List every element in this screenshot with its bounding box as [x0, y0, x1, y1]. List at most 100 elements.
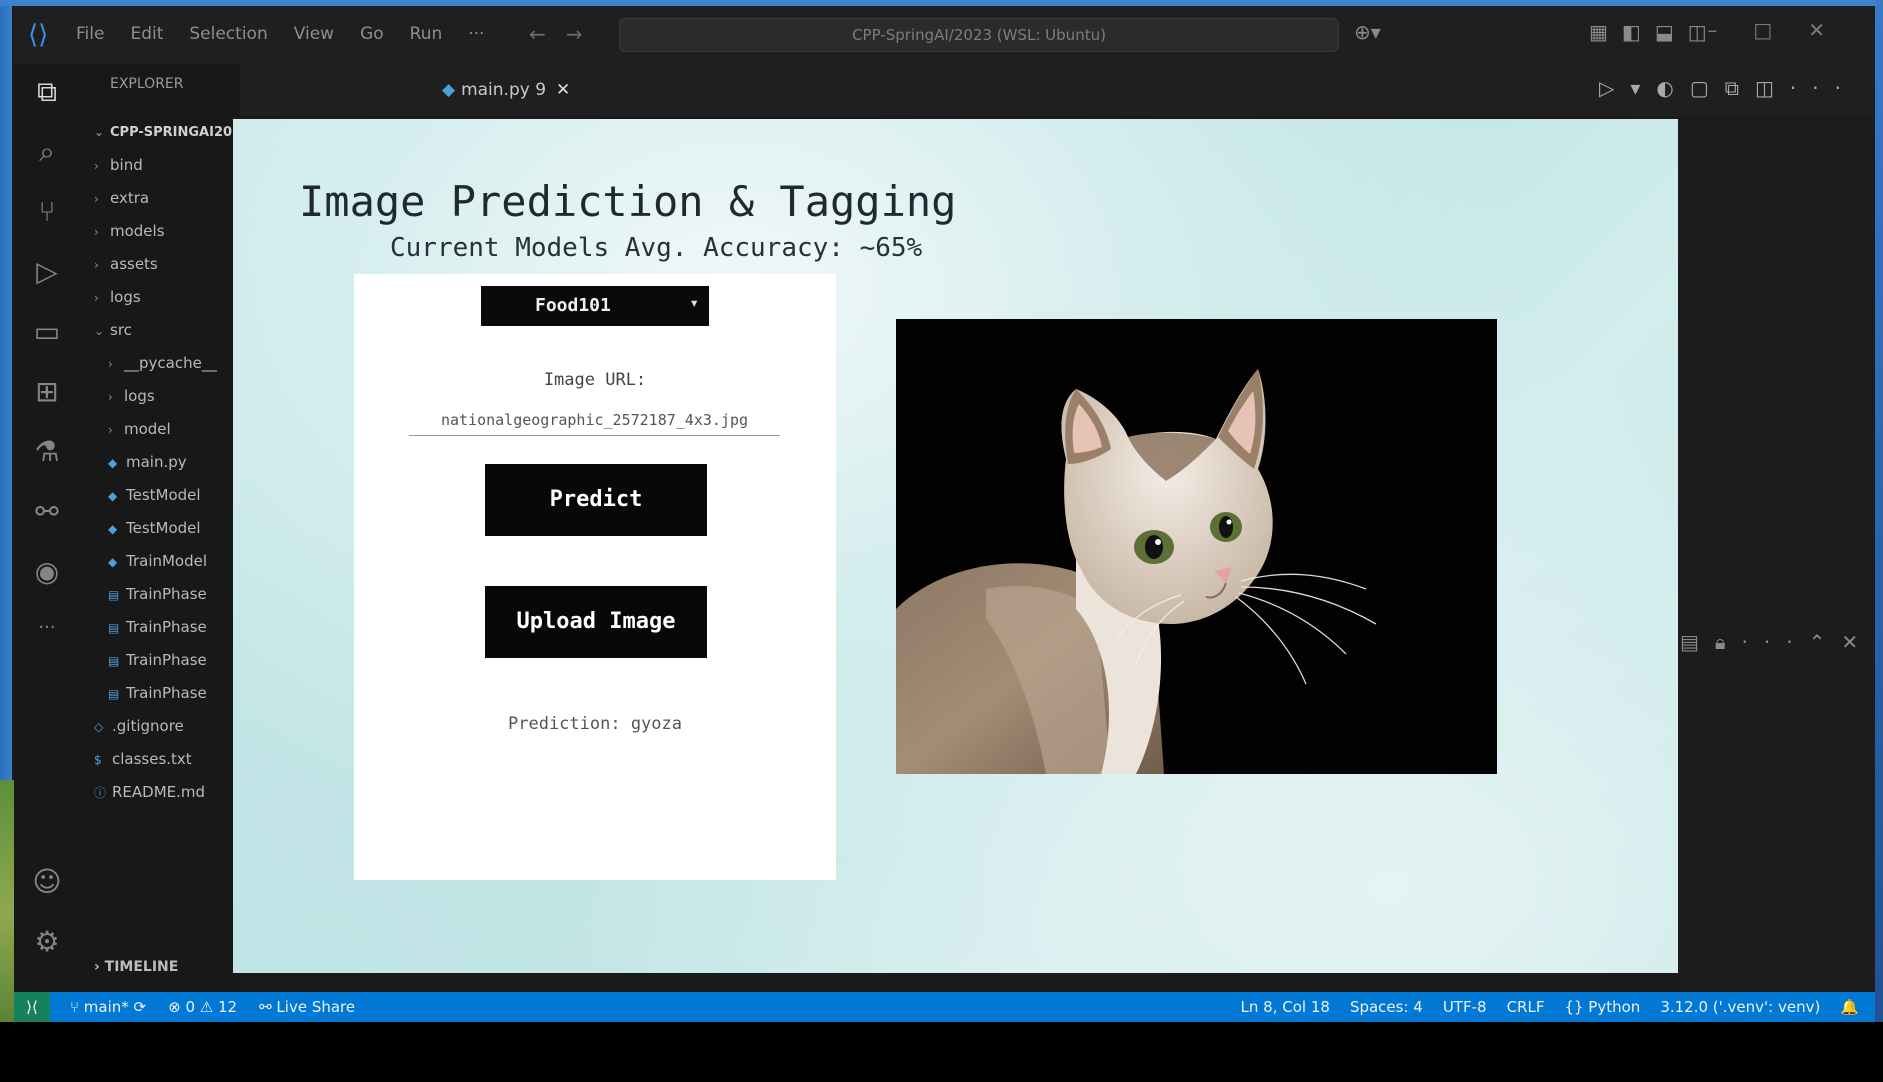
- tree-item[interactable]: ⌄ src: [94, 314, 240, 347]
- menu-go[interactable]: Go: [360, 24, 384, 44]
- maximize-icon[interactable]: □: [1753, 18, 1808, 42]
- branch-indicator[interactable]: ⑂ main* ⟳: [70, 992, 146, 1022]
- layout-controls: ▦◧⬓◫: [1589, 20, 1721, 44]
- upload-image-button[interactable]: Upload Image: [485, 586, 707, 658]
- split-editor-icon[interactable]: ◫: [1755, 76, 1790, 100]
- more-views-icon[interactable]: ···: [29, 610, 65, 646]
- predict-button[interactable]: Predict: [485, 464, 707, 536]
- timeline-section[interactable]: › TIMELINE: [94, 959, 178, 975]
- encoding[interactable]: UTF-8: [1443, 992, 1487, 1022]
- menu-run[interactable]: Run: [410, 24, 443, 44]
- remote-indicator-icon[interactable]: ⟩⟨: [14, 992, 50, 1022]
- tree-item[interactable]: ▤ TrainPhase: [94, 677, 240, 710]
- status-bar: ⟩⟨ ⑂ main* ⟳ ⊗ 0 ⚠ 12 ⚯ Live Share Ln 8,…: [14, 992, 1875, 1022]
- tree-item[interactable]: › models: [94, 215, 240, 248]
- file-icon: ◇: [94, 720, 104, 734]
- extensions-icon[interactable]: ⊞: [29, 374, 65, 410]
- model-dropdown[interactable]: Food101 ▾: [481, 286, 709, 326]
- layout-customize-icon[interactable]: ▦: [1589, 20, 1622, 44]
- tab-close-icon[interactable]: ✕: [556, 80, 570, 100]
- live-share-status[interactable]: ⚯ Live Share: [259, 992, 355, 1022]
- tree-item[interactable]: ▤ TrainPhase: [94, 611, 240, 644]
- tree-item[interactable]: › model: [94, 413, 240, 446]
- indentation[interactable]: Spaces: 4: [1350, 992, 1423, 1022]
- search-icon[interactable]: ⌕: [29, 134, 65, 170]
- compare-icon[interactable]: ⧉: [1725, 76, 1755, 100]
- tree-item[interactable]: ◇ .gitignore: [94, 710, 240, 743]
- tree-item[interactable]: › bind: [94, 149, 240, 182]
- file-icon: ◆: [108, 489, 118, 503]
- toggle-sidebar-icon[interactable]: ◧: [1622, 20, 1655, 44]
- accounts-icon[interactable]: ☺: [29, 864, 65, 900]
- file-icon: ▤: [108, 687, 120, 701]
- settings-gear-icon[interactable]: ⚙: [29, 924, 65, 960]
- run-file-icon[interactable]: ▷▾: [1599, 76, 1656, 100]
- language-mode[interactable]: {} Python: [1564, 992, 1640, 1022]
- menu-edit[interactable]: Edit: [130, 24, 163, 44]
- timeline-icon[interactable]: ◉: [29, 554, 65, 590]
- menu-view[interactable]: View: [294, 24, 334, 44]
- python-file-icon: ◆: [442, 80, 456, 100]
- tree-item-label: .gitignore: [112, 717, 184, 735]
- tree-item-label: bind: [110, 156, 143, 174]
- file-tree: ⌄ CPP-SPRINGAI2023 › bind › extra › models › ass…: [94, 116, 240, 809]
- panel-controls: ▤🔒︎···⌃✕: [1680, 630, 1874, 654]
- tree-item-label: extra: [110, 189, 150, 207]
- tree-item[interactable]: $ classes.txt: [94, 743, 240, 776]
- tree-item[interactable]: ◆ main.py: [94, 446, 240, 479]
- tree-item[interactable]: ◆ TrainModel: [94, 545, 240, 578]
- notifications-bell-icon[interactable]: 🔔: [1840, 992, 1859, 1022]
- image-url-label: Image URL:: [543, 370, 647, 390]
- panel-close-icon[interactable]: ✕: [1841, 630, 1874, 654]
- testing-icon[interactable]: ⚗: [29, 434, 65, 470]
- live-share-icon[interactable]: ⚯: [29, 494, 65, 530]
- python-interpreter[interactable]: 3.12.0 ('.venv': venv): [1660, 992, 1820, 1022]
- panel-more-icon[interactable]: ···: [1742, 630, 1809, 654]
- source-control-icon[interactable]: ⑂: [29, 194, 65, 230]
- forward-arrow-icon[interactable]: →: [566, 22, 603, 46]
- panel-layout-icon[interactable]: ▤: [1680, 630, 1715, 654]
- chevron-down-icon: ▾: [689, 293, 699, 312]
- tree-item[interactable]: ⓘ README.md: [94, 776, 240, 809]
- copilot-icon[interactable]: ⊕▾: [1354, 20, 1381, 44]
- tree-item[interactable]: ◆ TestModel: [94, 512, 240, 545]
- chevron-icon: ›: [94, 291, 99, 305]
- menu-selection[interactable]: Selection: [189, 24, 267, 44]
- tree-root[interactable]: ⌄ CPP-SPRINGAI2023: [94, 116, 240, 149]
- editor-more-icon[interactable]: ···: [1790, 76, 1857, 100]
- copilot-chat-icon[interactable]: ◐: [1656, 76, 1689, 100]
- tree-item[interactable]: ▤ TrainPhase: [94, 644, 240, 677]
- tree-item[interactable]: › logs: [94, 281, 240, 314]
- menu-file[interactable]: File: [76, 24, 104, 44]
- tab-main-py[interactable]: ◆ main.py 9 ✕: [430, 72, 582, 108]
- tree-item-label: logs: [110, 288, 141, 306]
- status-right: Ln 8, Col 18 Spaces: 4 UTF-8 CRLF {} Pyt…: [1241, 992, 1859, 1022]
- tree-item[interactable]: › assets: [94, 248, 240, 281]
- image-url-input[interactable]: [409, 404, 780, 436]
- remote-explorer-icon[interactable]: ▭: [29, 314, 65, 350]
- window-close-icon[interactable]: ✕: [1808, 18, 1861, 42]
- open-changes-icon[interactable]: ▢: [1690, 76, 1725, 100]
- chevron-icon: ›: [108, 390, 113, 404]
- tree-item[interactable]: › __pycache__: [94, 347, 240, 380]
- line-endings[interactable]: CRLF: [1507, 992, 1545, 1022]
- tree-item[interactable]: ▤ TrainPhase: [94, 578, 240, 611]
- command-center[interactable]: CPP-SpringAI/2023 (WSL: Ubuntu): [619, 18, 1339, 52]
- cursor-position[interactable]: Ln 8, Col 18: [1241, 992, 1330, 1022]
- chevron-icon: ›: [94, 159, 99, 173]
- toggle-panel-icon[interactable]: ⬓: [1655, 20, 1688, 44]
- chevron-icon: ⌄: [94, 324, 105, 338]
- chevron-down-icon: ⌄: [94, 125, 105, 139]
- tree-item-label: TrainModel: [126, 552, 208, 570]
- explorer-icon[interactable]: ⧉: [29, 74, 65, 110]
- tree-item[interactable]: › logs: [94, 380, 240, 413]
- menu-more[interactable]: ···: [468, 24, 484, 44]
- back-arrow-icon[interactable]: ←: [529, 22, 566, 46]
- tree-item[interactable]: › extra: [94, 182, 240, 215]
- tree-item[interactable]: ◆ TestModel: [94, 479, 240, 512]
- run-debug-icon[interactable]: ▷: [29, 254, 65, 290]
- problems-indicator[interactable]: ⊗ 0 ⚠ 12: [168, 992, 237, 1022]
- lock-icon[interactable]: 🔒︎: [1715, 630, 1742, 654]
- chevron-up-icon[interactable]: ⌃: [1809, 630, 1842, 654]
- minimize-icon[interactable]: –: [1707, 18, 1753, 42]
